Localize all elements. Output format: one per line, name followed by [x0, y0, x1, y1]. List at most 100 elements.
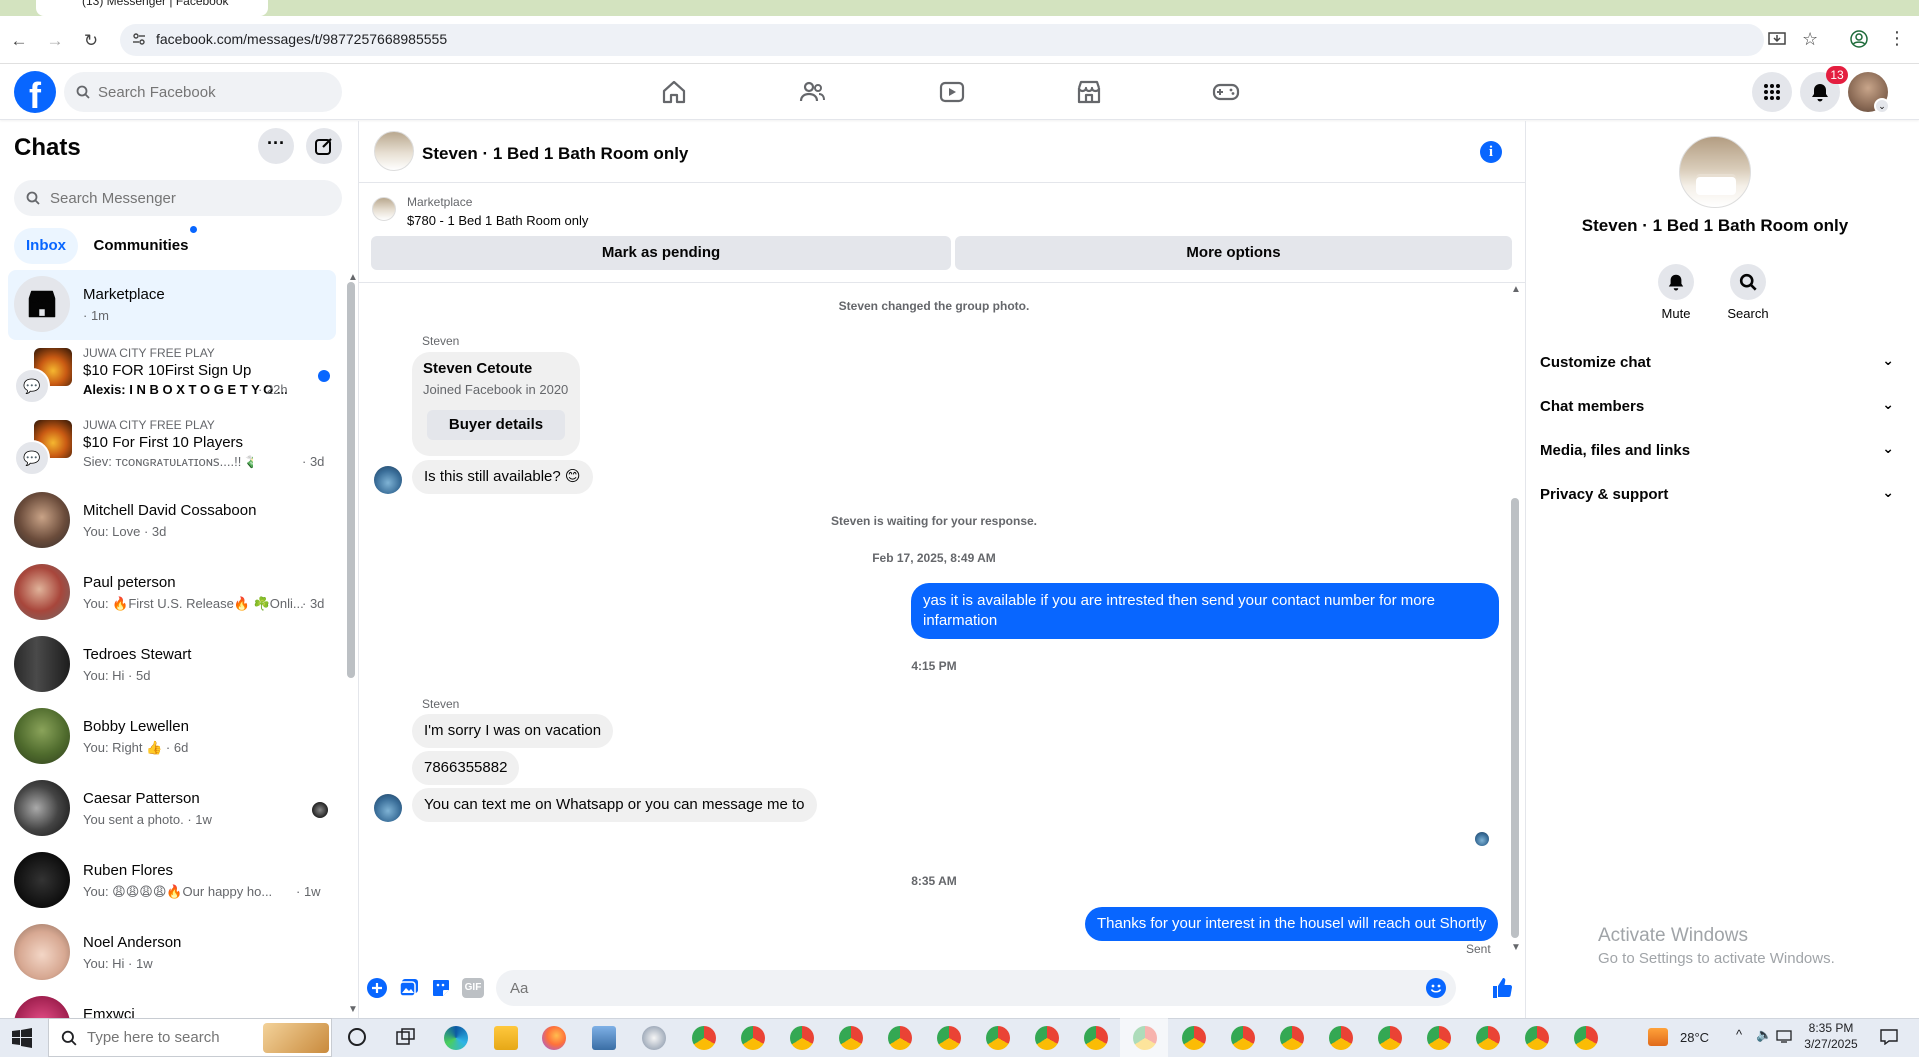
incoming-message[interactable]: Is this still available? 😊: [412, 460, 593, 494]
profile-icon[interactable]: [1850, 30, 1868, 48]
chrome-icon[interactable]: [1035, 1026, 1059, 1050]
tray-chevron-up-icon[interactable]: ^: [1736, 1027, 1742, 1042]
notification-center-icon[interactable]: [1880, 1029, 1898, 1045]
cortana-icon[interactable]: [348, 1028, 366, 1046]
taskbar-search[interactable]: [48, 1018, 332, 1057]
sender-avatar[interactable]: [374, 794, 402, 822]
marketplace-icon[interactable]: [1075, 78, 1107, 106]
scroll-down-arrow[interactable]: ▼: [1511, 942, 1521, 953]
browser-menu-icon[interactable]: ⋮: [1888, 28, 1906, 49]
chrome-icon[interactable]: [1378, 1026, 1402, 1050]
outgoing-message[interactable]: Thanks for your interest in the housel w…: [1085, 907, 1499, 941]
photo-icon[interactable]: [399, 978, 419, 998]
section-chat-members[interactable]: Chat members ⌄: [1540, 384, 1894, 428]
message-input-container[interactable]: [496, 970, 1456, 1006]
network-icon[interactable]: [1776, 1029, 1792, 1043]
outgoing-message[interactable]: yas it is available if you are intrested…: [911, 583, 1499, 639]
chrome-icon[interactable]: [937, 1026, 961, 1050]
buyer-details-button[interactable]: Buyer details: [427, 410, 565, 440]
clock[interactable]: 8:35 PM 3/27/2025: [1796, 1020, 1866, 1052]
chat-item-emxwci[interactable]: Emxwci: [8, 990, 336, 1018]
task-view-icon[interactable]: [396, 1028, 416, 1046]
site-info-icon[interactable]: [132, 32, 146, 46]
tab-inbox[interactable]: Inbox: [14, 228, 78, 264]
chrome-icon[interactable]: [1574, 1026, 1598, 1050]
chat-item-ruben[interactable]: Ruben Flores You: 😩😩😩😩🔥Our happy ho... ·…: [8, 846, 336, 916]
notepad-icon[interactable]: [592, 1026, 616, 1050]
friends-icon[interactable]: [798, 78, 830, 106]
chat-item-noel[interactable]: Noel Anderson You: Hi · 1w: [8, 918, 336, 988]
chrome-icon[interactable]: [1329, 1026, 1353, 1050]
home-icon[interactable]: [660, 78, 692, 106]
file-explorer-icon[interactable]: [494, 1026, 518, 1050]
messenger-search-input[interactable]: [50, 180, 330, 216]
facebook-search[interactable]: [64, 72, 342, 112]
sender-avatar[interactable]: [374, 466, 402, 494]
windows-start-icon[interactable]: [12, 1028, 32, 1048]
chats-options-button[interactable]: ···: [258, 128, 294, 164]
emoji-icon[interactable]: [1426, 978, 1446, 998]
chrome-icon[interactable]: [1427, 1026, 1451, 1050]
back-arrow-icon[interactable]: ←: [8, 30, 30, 52]
listing-title[interactable]: $780 - 1 Bed 1 Bath Room only: [407, 213, 588, 228]
info-icon[interactable]: i: [1480, 141, 1502, 163]
chat-item-juwa-1[interactable]: 💬 JUWA CITY FREE PLAY $10 FOR 10First Si…: [8, 342, 336, 412]
chrome-icon[interactable]: [1182, 1026, 1206, 1050]
messenger-search[interactable]: [14, 180, 342, 216]
bookmark-star-icon[interactable]: ☆: [1802, 29, 1818, 50]
mute-button[interactable]: [1658, 264, 1694, 300]
chrome-icon[interactable]: [741, 1026, 765, 1050]
edge-icon[interactable]: [444, 1026, 468, 1050]
incoming-message[interactable]: I'm sorry I was on vacation: [412, 714, 614, 748]
section-privacy-support[interactable]: Privacy & support ⌄: [1540, 472, 1894, 516]
weather-icon[interactable]: [1648, 1028, 1668, 1046]
conversation-avatar[interactable]: [374, 131, 414, 171]
message-input[interactable]: [510, 970, 1410, 1006]
chat-item-tedroes[interactable]: Tedroes Stewart You: Hi · 5d: [8, 630, 336, 700]
chat-item-marketplace[interactable]: Marketplace · 1m: [8, 270, 336, 340]
thumbs-up-icon[interactable]: [1491, 977, 1513, 999]
install-app-icon[interactable]: [1768, 30, 1786, 48]
gif-icon[interactable]: GIF: [462, 978, 484, 998]
listing-thumbnail[interactable]: [372, 197, 396, 221]
more-options-button[interactable]: More options: [955, 236, 1512, 270]
chrome-icon[interactable]: [839, 1026, 863, 1050]
chat-list-scrollbar[interactable]: [347, 282, 355, 678]
scroll-down-arrow[interactable]: ▼: [348, 1004, 358, 1015]
chat-item-mitchell[interactable]: Mitchell David Cossaboon You: Love · 3d: [8, 486, 336, 556]
chat-item-caesar[interactable]: Caesar Patterson You sent a photo. · 1w: [8, 774, 336, 844]
chrome-icon[interactable]: [1476, 1026, 1500, 1050]
facebook-search-input[interactable]: [98, 72, 338, 112]
new-message-button[interactable]: [306, 128, 342, 164]
chrome-icon[interactable]: [790, 1026, 814, 1050]
tab-communities[interactable]: Communities: [86, 228, 196, 264]
sticker-icon[interactable]: [431, 978, 451, 998]
chat-item-bobby[interactable]: Bobby Lewellen You: Right 👍 · 6d: [8, 702, 336, 772]
gaming-icon[interactable]: [1212, 78, 1244, 106]
video-icon[interactable]: [938, 78, 970, 106]
chrome-icon[interactable]: [1280, 1026, 1304, 1050]
incoming-message[interactable]: 7866355882: [412, 751, 520, 785]
app-icon[interactable]: [642, 1026, 666, 1050]
conversation-title[interactable]: Steven · 1 Bed 1 Bath Room only: [422, 144, 688, 164]
chat-profile-photo[interactable]: [1679, 136, 1751, 208]
firefox-icon[interactable]: [542, 1026, 566, 1050]
scroll-up-arrow[interactable]: ▲: [1511, 284, 1521, 295]
section-media-files-links[interactable]: Media, files and links ⌄: [1540, 428, 1894, 472]
chrome-icon[interactable]: [1231, 1026, 1255, 1050]
chrome-icon[interactable]: [692, 1026, 716, 1050]
section-customize-chat[interactable]: Customize chat ⌄: [1540, 340, 1894, 384]
search-conversation-button[interactable]: [1730, 264, 1766, 300]
incoming-message[interactable]: You can text me on Whatsapp or you can m…: [412, 788, 817, 822]
browser-tab-active[interactable]: (13) Messenger | Facebook: [36, 0, 268, 16]
chat-item-juwa-2[interactable]: 💬 JUWA CITY FREE PLAY $10 For First 10 P…: [8, 414, 336, 484]
volume-icon[interactable]: 🔈: [1756, 1027, 1772, 1043]
chat-item-paul[interactable]: Paul peterson You: 🔥First U.S. Release🔥 …: [8, 558, 336, 628]
mark-as-pending-button[interactable]: Mark as pending: [371, 236, 951, 270]
chevron-down-icon[interactable]: ⌄: [1874, 98, 1890, 114]
chrome-icon[interactable]: [1525, 1026, 1549, 1050]
reload-icon[interactable]: ↻: [80, 30, 102, 52]
facebook-logo-icon[interactable]: f: [14, 71, 56, 113]
menu-grid-button[interactable]: [1752, 72, 1792, 112]
chrome-icon[interactable]: [1084, 1026, 1108, 1050]
